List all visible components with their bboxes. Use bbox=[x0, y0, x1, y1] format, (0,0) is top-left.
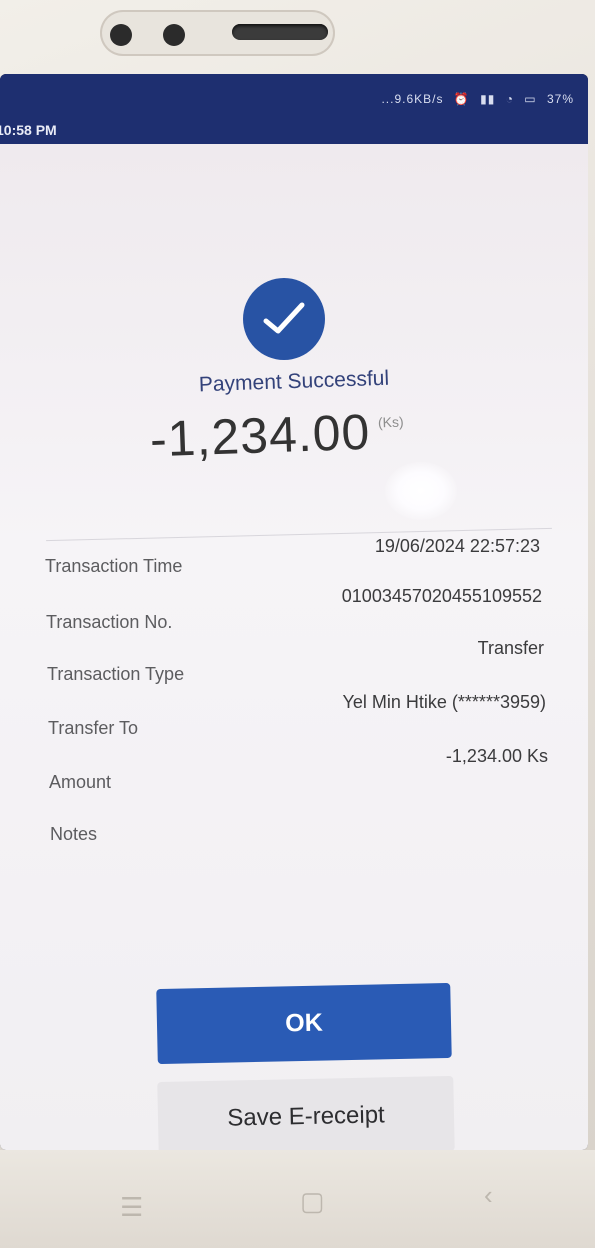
receipt-screen: Payment Successful -1,234.00 (Ks) Transac… bbox=[0, 144, 588, 1150]
detail-value-transaction-time: 19/06/2024 22:57:23 bbox=[374, 536, 540, 556]
detail-value-transaction-no: 01003457020455109552 bbox=[341, 586, 542, 606]
network-speed: ...9.6KB/s bbox=[381, 92, 444, 106]
phone-screen: 10:58 PM ...9.6KB/s ⏰ ▮▮ ◔ ▭ 37% Payment… bbox=[0, 74, 588, 1150]
front-camera bbox=[163, 24, 185, 46]
detail-label-transaction-type: Transaction Type bbox=[47, 664, 185, 684]
wifi-icon: ◔ bbox=[505, 92, 514, 106]
navigation-bar: ☰ ▢ ‹ bbox=[0, 1150, 595, 1248]
battery-level: 37% bbox=[546, 92, 574, 106]
alarm-icon: ⏰ bbox=[453, 92, 470, 106]
save-e-receipt-button[interactable]: Save E-receipt bbox=[157, 1075, 455, 1150]
menu-icon[interactable]: ☰ bbox=[120, 1192, 143, 1223]
detail-label-amount: Amount bbox=[49, 772, 112, 792]
battery-icon: ▭ bbox=[524, 92, 537, 106]
detail-label-transaction-time: Transaction Time bbox=[45, 556, 183, 576]
detail-label-transfer-to: Transfer To bbox=[48, 718, 139, 738]
status-icons: ...9.6KB/s ⏰ ▮▮ ◔ ▭ 37% bbox=[375, 92, 574, 106]
front-sensor bbox=[110, 24, 132, 46]
back-icon[interactable]: ‹ bbox=[484, 1180, 493, 1211]
status-bar: 10:58 PM ...9.6KB/s ⏰ ▮▮ ◔ ▭ 37% bbox=[0, 74, 588, 144]
detail-value-transfer-to: Yel Min Htike (******3959) bbox=[342, 692, 546, 712]
detail-label-notes: Notes bbox=[50, 824, 98, 844]
detail-value-amount: -1,234.00 Ks bbox=[445, 746, 548, 766]
signal-icon: ▮▮ bbox=[480, 92, 496, 106]
detail-label-transaction-no: Transaction No. bbox=[46, 612, 173, 632]
earpiece-speaker bbox=[232, 24, 328, 40]
status-time: 10:58 PM bbox=[0, 122, 57, 138]
detail-value-transaction-type: Transfer bbox=[477, 638, 544, 658]
ok-button[interactable]: OK bbox=[156, 982, 452, 1065]
home-icon[interactable]: ▢ bbox=[300, 1186, 325, 1217]
phone-top-bezel bbox=[100, 10, 335, 56]
